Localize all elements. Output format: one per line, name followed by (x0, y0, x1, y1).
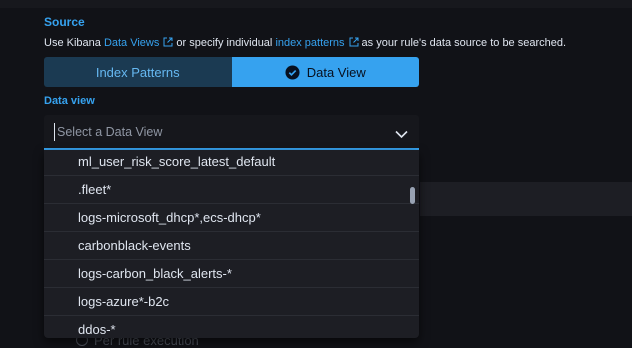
list-item[interactable]: logs-azure*-b2c (44, 288, 419, 316)
scrollbar-thumb[interactable] (410, 187, 415, 204)
source-type-toggle: Index Patterns Data View (44, 57, 419, 87)
list-item[interactable]: logs-microsoft_dhcp*,ecs-dhcp* (44, 204, 419, 232)
data-view-combobox[interactable] (44, 115, 419, 150)
check-circle-icon (285, 64, 300, 80)
data-view-options-list[interactable]: ml_user_risk_score_latest_default .fleet… (44, 150, 419, 338)
index-patterns-label: Index Patterns (95, 64, 180, 80)
background-panel-bar (420, 182, 632, 216)
external-link-icon (349, 37, 359, 50)
list-item[interactable]: logs-carbon_black_alerts-* (44, 260, 419, 288)
chevron-down-icon[interactable] (395, 126, 408, 144)
index-patterns-toggle-button[interactable]: Index Patterns (44, 57, 232, 87)
list-item[interactable]: carbonblack-events (44, 232, 419, 260)
external-link-icon (163, 37, 173, 50)
data-view-field-label: Data view (44, 95, 95, 107)
list-item[interactable]: ddos-* (44, 316, 419, 338)
data-view-toggle-button[interactable]: Data View (231, 57, 419, 87)
help-middle: or specify individual (176, 37, 273, 49)
list-item[interactable]: ml_user_risk_score_latest_default (44, 150, 419, 176)
source-label: Source (44, 15, 85, 29)
source-help-text: Use Kibana Data Views or specify individu… (44, 37, 566, 50)
top-band (0, 0, 632, 8)
data-views-link[interactable]: Data Views (104, 37, 159, 49)
data-view-label: Data View (306, 64, 366, 80)
help-prefix: Use Kibana (44, 37, 101, 49)
index-patterns-link[interactable]: index patterns (275, 37, 344, 49)
data-view-search-input[interactable] (54, 123, 377, 141)
help-suffix: as your rule's data source to be searche… (361, 37, 567, 49)
list-item[interactable]: .fleet* (44, 176, 419, 204)
